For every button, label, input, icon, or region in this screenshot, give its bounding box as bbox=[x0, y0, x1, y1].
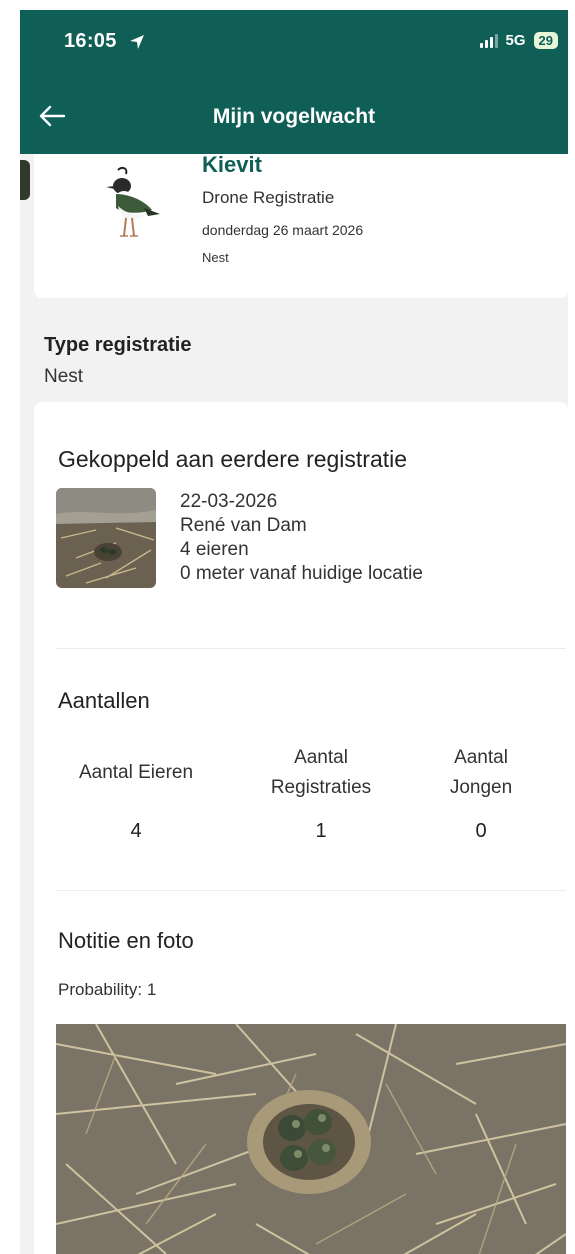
linked-nest-photo[interactable] bbox=[56, 488, 156, 588]
location-arrow-icon bbox=[129, 34, 144, 49]
registration-date: donderdag 26 maart 2026 bbox=[202, 222, 364, 238]
battery-icon: 29 bbox=[533, 32, 558, 49]
bird-summary-card: Kievit Drone Registratie donderdag 26 ma… bbox=[34, 152, 568, 298]
count-column-registrations: Aantal Registraties 1 bbox=[246, 742, 396, 843]
count-column-young: Aantal Jongen 0 bbox=[426, 742, 536, 843]
nest-photo[interactable] bbox=[56, 1024, 566, 1254]
count-label: Aantal Eieren bbox=[78, 762, 194, 783]
linked-observer: René van Dam bbox=[180, 515, 307, 536]
counts-title: Aantallen bbox=[58, 688, 150, 713]
count-value: 4 bbox=[130, 820, 142, 842]
app-screen: 16:05 5G 29 Mijn vogelwacht Kievit Drone… bbox=[20, 10, 568, 1254]
count-label: Aantal Jongen bbox=[449, 747, 513, 798]
lapwing-bird-image bbox=[106, 166, 160, 237]
registration-kind: Nest bbox=[202, 250, 229, 265]
clock-text: 16:05 bbox=[64, 30, 117, 52]
linked-eggs: 4 eieren bbox=[180, 539, 249, 560]
registration-type: Drone Registratie bbox=[202, 188, 335, 207]
status-indicators: 5G 29 bbox=[479, 32, 558, 49]
count-value: 0 bbox=[475, 820, 487, 842]
linked-registration-title: Gekoppeld aan eerdere registratie bbox=[58, 446, 408, 472]
signal-icon bbox=[479, 33, 498, 48]
status-time: 16:05 bbox=[64, 30, 145, 53]
linked-date: 22-03-2026 bbox=[180, 491, 278, 512]
page-title: Mijn vogelwacht bbox=[212, 105, 376, 128]
count-value: 1 bbox=[315, 820, 327, 842]
note-photo-title: Notitie en foto bbox=[58, 928, 194, 953]
nest-photo-image bbox=[56, 1024, 566, 1254]
status-bar: 16:05 5G 29 bbox=[20, 10, 568, 78]
linked-distance: 0 meter vanaf huidige locatie bbox=[180, 563, 423, 584]
network-label: 5G bbox=[505, 32, 526, 49]
type-registratie-value: Nest bbox=[44, 366, 84, 387]
previous-card-edge bbox=[20, 160, 30, 200]
type-registratie-label: Type registratie bbox=[44, 334, 192, 356]
probability-text: Probability: 1 bbox=[58, 980, 157, 999]
linked-registration-info: 22-03-2026 René van Dam 4 eieren 0 meter… bbox=[180, 490, 423, 586]
count-column-eggs: Aantal Eieren 4 bbox=[56, 742, 216, 843]
app-bar: Mijn vogelwacht bbox=[20, 78, 568, 154]
nest-thumbnail-image bbox=[56, 488, 156, 588]
divider bbox=[56, 890, 566, 891]
counts-table: Aantal Eieren 4 Aantal Registraties 1 Aa… bbox=[56, 742, 536, 843]
divider bbox=[56, 648, 566, 649]
bird-name: Kievit bbox=[202, 152, 262, 177]
count-label: Aantal Registraties bbox=[270, 747, 372, 798]
details-card: Gekoppeld aan eerdere registratie 22-03-… bbox=[34, 402, 568, 1254]
